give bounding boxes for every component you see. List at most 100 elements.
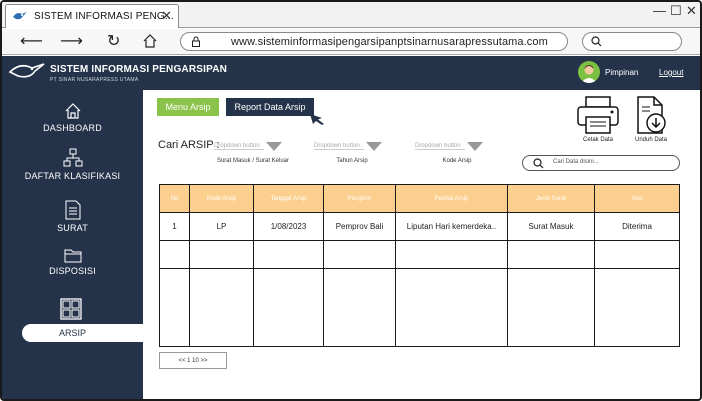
column-header: Kode Arsip <box>189 184 254 213</box>
chevron-down-icon <box>265 142 282 151</box>
url-text: www.sisteminformasipengarsipanptsinarnus… <box>231 35 548 48</box>
chevron-down-icon <box>365 142 382 151</box>
search-icon <box>591 36 602 47</box>
column-header: Aksi <box>594 184 680 213</box>
table-cell <box>189 268 254 347</box>
table-cell <box>507 268 595 347</box>
table-cell <box>594 240 680 269</box>
forward-arrow-icon[interactable]: ⟶ <box>60 31 83 51</box>
org-chart-icon <box>63 148 82 167</box>
column-header: Tanggal Arsip <box>253 184 324 213</box>
table-cell: 1/08/2023 <box>253 212 324 241</box>
sidebar-item-dashboard[interactable]: DASHBOARD <box>2 102 143 146</box>
table-cell <box>253 240 324 269</box>
tab-close-icon[interactable]: ✕ <box>161 8 172 24</box>
table-cell: 1 <box>159 212 190 241</box>
minimize-icon[interactable]: — <box>653 3 666 18</box>
document-icon <box>65 200 80 220</box>
bird-logo-icon <box>13 11 27 19</box>
column-header: Pengirim <box>323 184 396 213</box>
sidebar-item-label: DASHBOARD <box>43 123 102 133</box>
dropdown-tahun-arsip[interactable]: Dropdown button <box>314 141 382 152</box>
chevron-down-icon <box>466 142 483 151</box>
dropdown-text: Dropdown button <box>415 143 465 150</box>
table-row <box>159 268 680 347</box>
archive-table: No Kode Arsip Tanggal Arsip Pengirim Per… <box>159 184 680 347</box>
app-subtitle: PT SINAR NUSARAPRESS UTAMA <box>50 77 139 83</box>
sidebar-item-label: SURAT <box>57 223 88 233</box>
browser-tab[interactable]: SISTEM INFORMASI PENG... ✕ <box>5 4 179 28</box>
browser-search-field[interactable] <box>582 32 682 51</box>
table-cell <box>159 240 190 269</box>
sidebar-item-label: DAFTAR KLASIFIKASI <box>24 171 121 181</box>
app-title: SISTEM INFORMASI PENGARSIPAN <box>50 64 228 75</box>
table-cell <box>189 240 254 269</box>
lock-icon <box>192 36 200 47</box>
sidebar-item-label: DISPOSISI <box>49 266 96 276</box>
browser-window: SISTEM INFORMASI PENG... ✕ — ☐ ✕ ⟵ ⟶ ↻ w… <box>0 0 702 401</box>
table-row[interactable]: 1 LP 1/08/2023 Pemprov Bali Liputan Hari… <box>159 212 680 241</box>
column-header: No <box>159 184 190 213</box>
dropdown-caption: Surat Masuk / Surat Keluar <box>216 158 290 164</box>
print-data-button[interactable]: Cetak Data <box>572 95 624 143</box>
app-header: SISTEM INFORMASI PENGARSIPAN PT SINAR NU… <box>2 56 700 90</box>
cursor-arrow-icon <box>310 114 324 125</box>
table-cell <box>159 268 190 347</box>
table-cell <box>323 240 396 269</box>
printer-icon <box>577 96 619 134</box>
browser-nav-bar: ⟵ ⟶ ↻ www.sisteminformasipengarsipanptsi… <box>2 29 700 55</box>
tab-title: SISTEM INFORMASI PENG... <box>34 11 174 22</box>
bird-logo-icon <box>8 63 45 78</box>
folder-icon <box>64 249 81 263</box>
search-input[interactable]: Cari Data disini... <box>522 155 680 171</box>
home-icon[interactable] <box>142 33 158 49</box>
table-cell: Liputan Hari kemerdeka.. <box>395 212 508 241</box>
table-cell <box>395 268 508 347</box>
dropdown-text: Dropdown button <box>214 143 264 150</box>
download-data-button[interactable]: Unduh Data <box>629 95 673 143</box>
table-cell: Surat Masuk <box>507 212 595 241</box>
filter-label: Cari ARSIP : <box>158 139 220 151</box>
search-placeholder: Cari Data disini... <box>553 159 599 165</box>
table-cell <box>395 240 508 269</box>
table-cell <box>507 240 595 269</box>
home-icon <box>65 103 80 119</box>
browser-tab-bar: SISTEM INFORMASI PENG... ✕ — ☐ ✕ <box>2 2 700 28</box>
sidebar-item-disposisi[interactable]: DISPOSISI <box>2 247 143 291</box>
column-header: Jenis Surat <box>507 184 595 213</box>
print-data-label: Cetak Data <box>582 137 613 143</box>
address-bar[interactable]: www.sisteminformasipengarsipanptsinarnus… <box>180 32 568 51</box>
table-cell: Pemprov Bali <box>323 212 396 241</box>
table-cell <box>594 268 680 347</box>
sidebar-item-label: ARSIP <box>58 328 86 338</box>
table-header-row: No Kode Arsip Tanggal Arsip Pengirim Per… <box>159 184 680 213</box>
dropdown-jenis-surat[interactable]: Dropdown button <box>214 141 282 152</box>
dropdown-caption: Tahun Arsip <box>336 158 368 164</box>
sidebar-item-daftar-klasifikasi[interactable]: DAFTAR KLASIFIKASI <box>2 148 143 192</box>
user-avatar[interactable] <box>578 61 600 83</box>
back-arrow-icon[interactable]: ⟵ <box>20 31 43 51</box>
menu-arsip-button[interactable]: Menu Arsip <box>157 98 219 116</box>
sidebar-item-surat[interactable]: SURAT <box>2 200 143 244</box>
report-data-arsip-button[interactable]: Report Data Arsip <box>226 98 314 116</box>
maximize-icon[interactable]: ☐ <box>670 3 682 19</box>
search-icon <box>533 158 544 169</box>
table-cell[interactable]: Diterima <box>594 212 680 241</box>
dropdown-kode-arsip[interactable]: Dropdown button <box>415 141 483 152</box>
column-header: Perihal Arsip <box>395 184 508 213</box>
download-document-icon <box>637 96 666 134</box>
pagination-control[interactable]: << 1 10 >> <box>159 352 227 369</box>
user-name: Pimpinan <box>605 68 639 77</box>
table-cell <box>323 268 396 347</box>
table-cell <box>253 268 324 347</box>
logout-link[interactable]: Logout <box>659 68 683 77</box>
dropdown-caption: Kode Arsip <box>442 158 472 164</box>
close-window-icon[interactable]: ✕ <box>686 3 697 19</box>
dropdown-text: Dropdown button <box>314 143 364 150</box>
table-cell: LP <box>189 212 254 241</box>
person-icon <box>581 65 597 83</box>
download-data-label: Unduh Data <box>634 137 668 143</box>
archive-cabinet-icon <box>60 298 82 320</box>
reload-icon[interactable]: ↻ <box>107 31 120 51</box>
table-row <box>159 240 680 269</box>
